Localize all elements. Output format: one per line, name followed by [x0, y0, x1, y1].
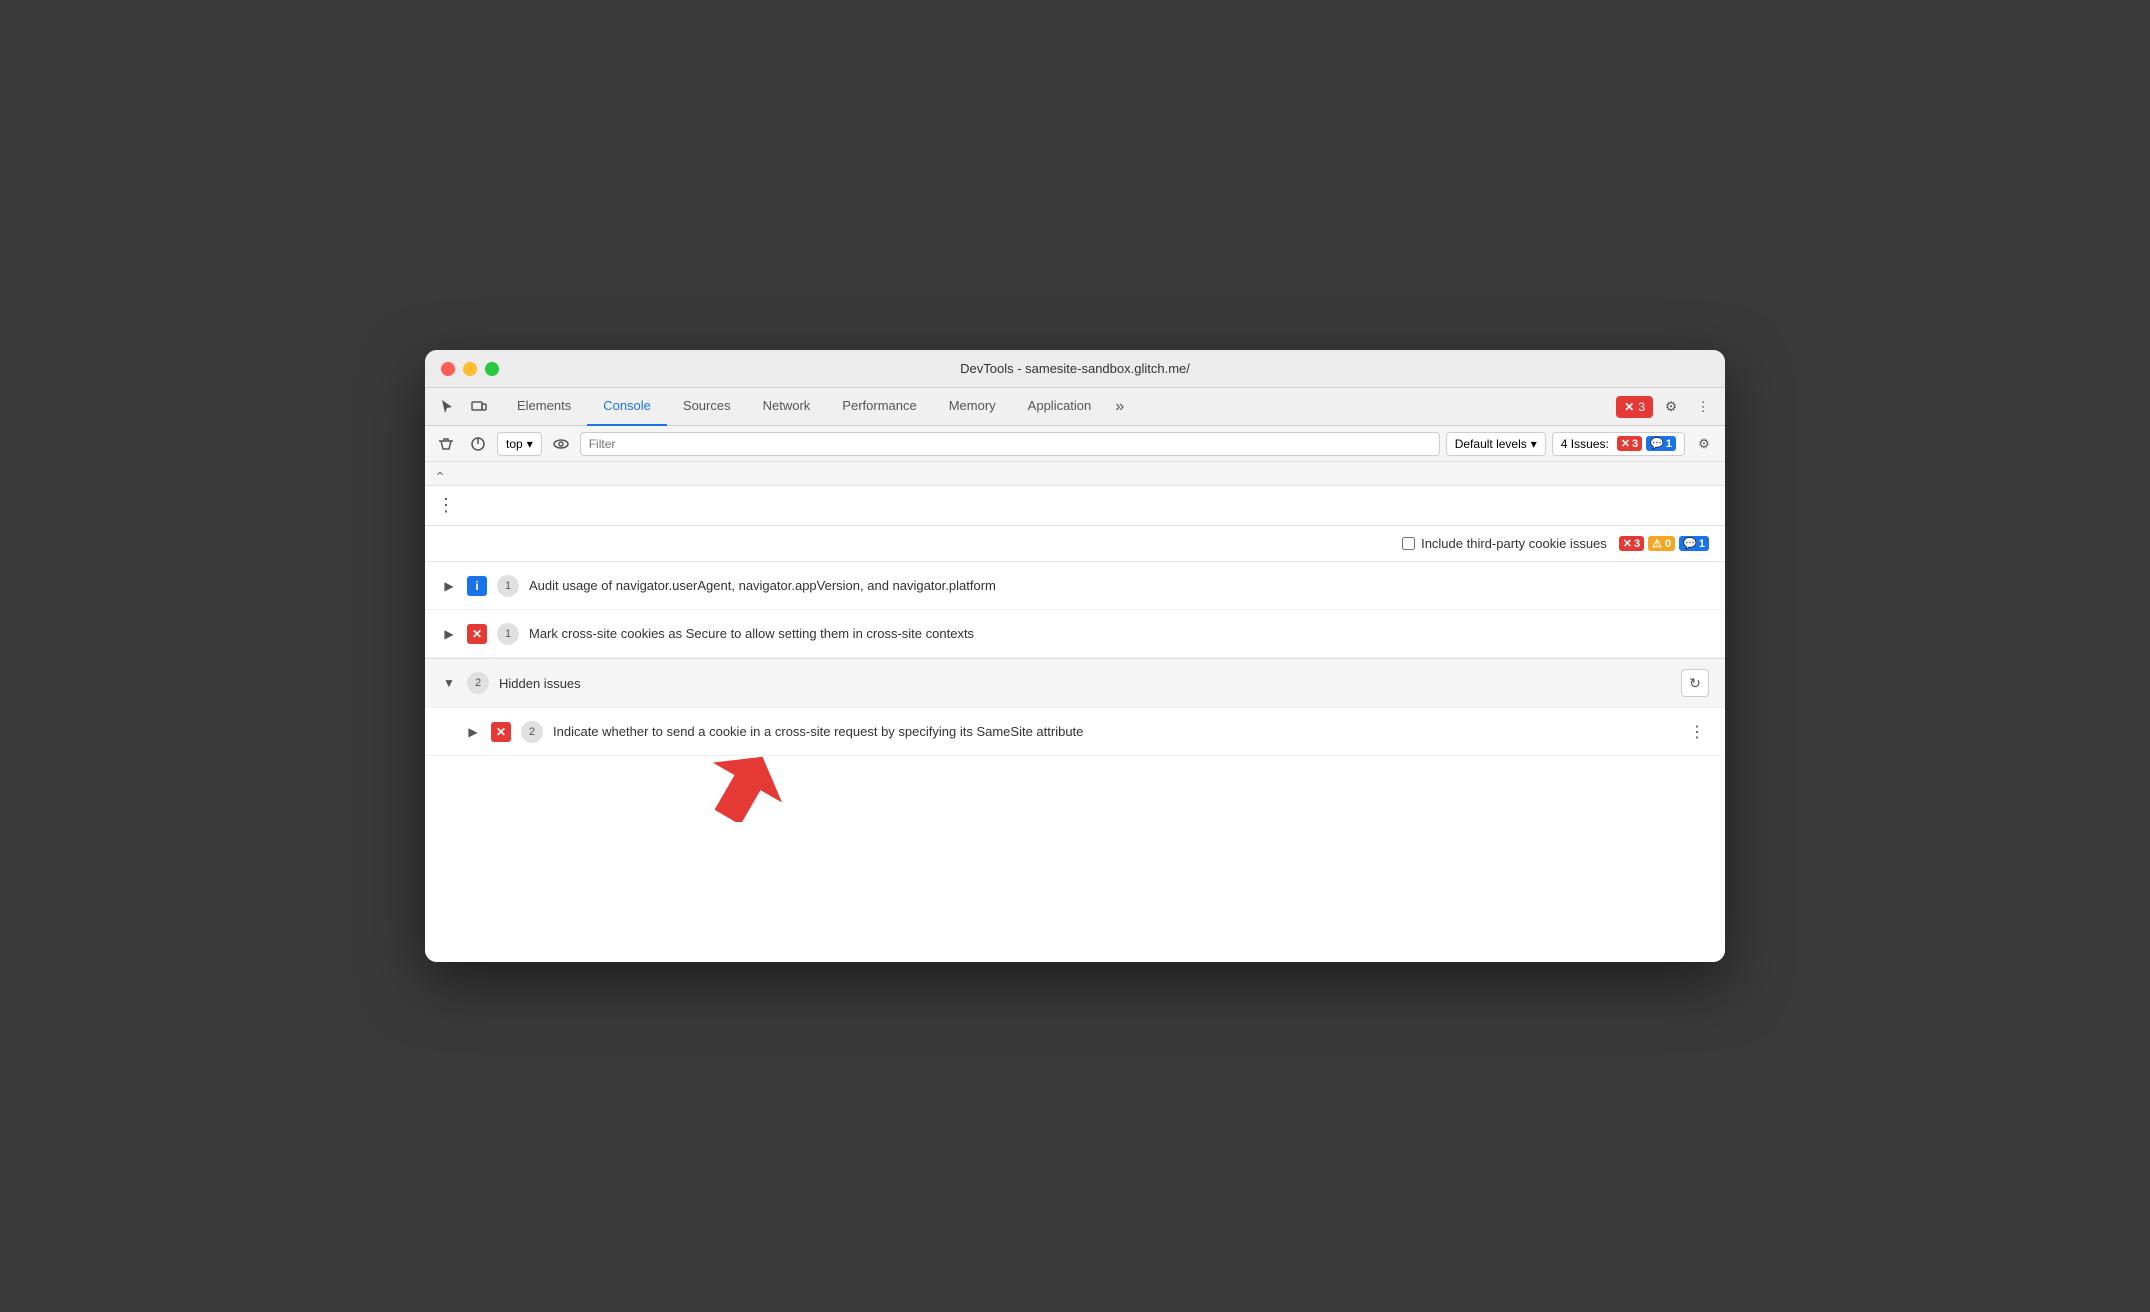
dropdown-arrow-icon: ▾: [527, 437, 533, 451]
tab-list: Elements Console Sources Network Perform…: [501, 388, 1616, 426]
include-third-party-label[interactable]: Include third-party cookie issues: [1402, 536, 1607, 551]
issue-type-error-icon: ✕: [491, 722, 511, 742]
hidden-issues-header[interactable]: ▼ 2 Hidden issues ↻: [425, 658, 1725, 708]
error-x-icon: ✕: [1621, 437, 1630, 450]
tab-application[interactable]: Application: [1012, 388, 1108, 426]
issue-type-info-icon: i: [467, 576, 487, 596]
issue-type-error-icon: ✕: [467, 624, 487, 644]
info-badge: 💬 1: [1646, 436, 1676, 451]
tab-elements[interactable]: Elements: [501, 388, 587, 426]
third-party-options-row: Include third-party cookie issues ✕ 3 ⚠ …: [425, 526, 1725, 562]
expand-arrow-icon: ▶: [441, 578, 457, 594]
total-error-badge: ✕ 3: [1619, 536, 1644, 551]
include-third-party-checkbox[interactable]: [1402, 537, 1415, 550]
tab-actions: ✕ 3 ⚙ ⋮: [1616, 393, 1717, 421]
console-toolbar: top ▾ Default levels ▾ 4 Issues: ✕ 3 💬 1: [425, 426, 1725, 462]
tab-bar-icons: [433, 393, 493, 421]
tab-sources[interactable]: Sources: [667, 388, 747, 426]
error-x-icon: ✕: [1624, 400, 1634, 414]
issue-text: Audit usage of navigator.userAgent, navi…: [529, 578, 1709, 593]
issue-count-circle: 2: [521, 721, 543, 743]
issues-panel: Include third-party cookie issues ✕ 3 ⚠ …: [425, 526, 1725, 756]
more-tabs-button[interactable]: »: [1107, 388, 1132, 426]
frame-selector[interactable]: top ▾: [497, 432, 542, 456]
error-badge: ✕ 3: [1617, 436, 1642, 451]
error-x-icon: ✕: [496, 725, 506, 739]
info-icon: i: [475, 579, 478, 593]
maximize-button[interactable]: [485, 362, 499, 376]
issue-row-audit[interactable]: ▶ i 1 Audit usage of navigator.userAgent…: [425, 562, 1725, 610]
dropdown-arrow-icon: ▾: [1531, 437, 1537, 451]
error-count-badge[interactable]: ✕ 3: [1616, 396, 1653, 418]
cursor-icon[interactable]: [433, 393, 461, 421]
warning-badge: ⚠ 0: [1648, 536, 1675, 551]
issue-row-samesite[interactable]: ▶ ✕ 2 Indicate whether to send a cookie …: [425, 708, 1725, 756]
expand-arrow-icon: ▶: [441, 626, 457, 642]
log-level-selector[interactable]: Default levels ▾: [1446, 432, 1546, 456]
window-controls: [441, 362, 499, 376]
tab-console[interactable]: Console: [587, 388, 667, 426]
issue-text: Indicate whether to send a cookie in a c…: [553, 724, 1675, 739]
more-options-button[interactable]: ⋮: [1689, 393, 1717, 421]
issue-count-circle: 1: [497, 575, 519, 597]
tab-network[interactable]: Network: [747, 388, 827, 426]
filter-input[interactable]: [580, 432, 1440, 456]
console-options-row: ⋮: [425, 486, 1725, 526]
settings-button[interactable]: ⚙: [1657, 393, 1685, 421]
hidden-issues-label: Hidden issues: [499, 676, 1671, 691]
titlebar: DevTools - samesite-sandbox.glitch.me/: [425, 350, 1725, 388]
clear-console-button[interactable]: [433, 431, 459, 457]
error-x-icon: ✕: [472, 627, 482, 641]
issue-count-circle: 1: [497, 623, 519, 645]
minimize-button[interactable]: [463, 362, 477, 376]
issues-count-badge[interactable]: 4 Issues: ✕ 3 💬 1: [1552, 432, 1685, 456]
tab-performance[interactable]: Performance: [826, 388, 932, 426]
annotation-arrow: [705, 752, 785, 822]
refresh-button[interactable]: ↻: [1681, 669, 1709, 697]
issue-row-cross-site[interactable]: ▶ ✕ 1 Mark cross-site cookies as Secure …: [425, 610, 1725, 658]
total-info-badge: 💬 1: [1679, 536, 1709, 551]
eye-icon-button[interactable]: [548, 431, 574, 457]
device-toggle-icon[interactable]: [465, 393, 493, 421]
tab-bar: Elements Console Sources Network Perform…: [425, 388, 1725, 426]
info-bubble-icon: 💬: [1650, 437, 1664, 450]
error-x-icon: ✕: [1623, 537, 1632, 550]
console-settings-button[interactable]: ⚙: [1691, 431, 1717, 457]
issue-count-badges: ✕ 3 ⚠ 0 💬 1: [1619, 536, 1709, 551]
window-title: DevTools - samesite-sandbox.glitch.me/: [960, 361, 1190, 376]
devtools-window: DevTools - samesite-sandbox.glitch.me/ E…: [425, 350, 1725, 962]
close-button[interactable]: [441, 362, 455, 376]
filter-toggle-button[interactable]: [465, 431, 491, 457]
console-content: › ⋮ Include third-party cookie issues ✕ …: [425, 462, 1725, 962]
issue-menu-button[interactable]: ⋮: [1685, 720, 1709, 744]
issue-text: Mark cross-site cookies as Secure to all…: [529, 626, 1709, 641]
tab-memory[interactable]: Memory: [933, 388, 1012, 426]
collapse-arrow-icon: ▼: [441, 675, 457, 691]
expand-arrow-icon: ▶: [465, 724, 481, 740]
hidden-count-circle: 2: [467, 672, 489, 694]
three-dots-icon[interactable]: ⋮: [437, 495, 455, 516]
